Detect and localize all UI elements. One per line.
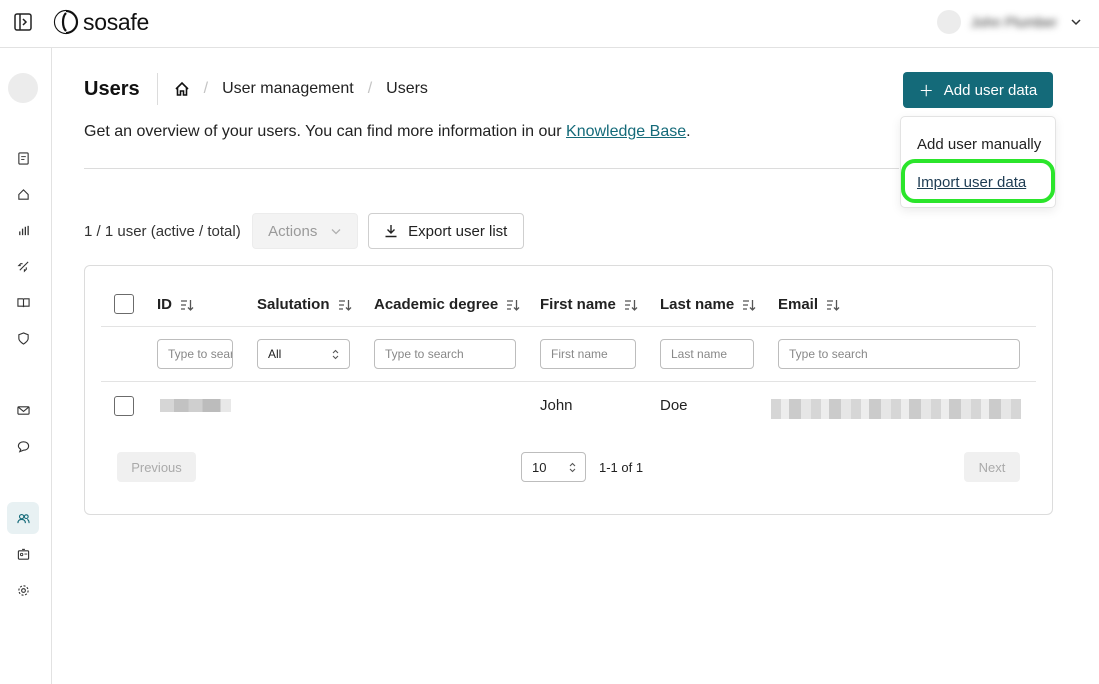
sidebar-item-mail[interactable] <box>7 394 39 426</box>
sort-icon <box>624 299 638 311</box>
page-title: Users <box>84 77 140 100</box>
export-user-list-button[interactable]: Export user list <box>367 213 524 249</box>
chevron-down-icon <box>1071 19 1081 26</box>
academic-degree-filter-input[interactable]: Type to search <box>374 339 516 369</box>
sidebar-item-learning[interactable] <box>7 286 39 318</box>
clipboard-icon <box>17 151 29 165</box>
sidebar-item-security[interactable] <box>7 322 39 354</box>
id-card-icon <box>17 548 29 560</box>
first-name-filter-input[interactable]: First name <box>540 339 636 369</box>
sidebar-item-launch[interactable] <box>7 250 39 282</box>
email-filter-input[interactable]: Type to search <box>778 339 1020 369</box>
chat-icon <box>17 440 29 453</box>
breadcrumb-user-management[interactable]: User management <box>222 80 354 98</box>
sidebar-toggle-icon[interactable] <box>13 12 33 32</box>
sort-icon <box>743 299 756 311</box>
shield-icon <box>17 331 29 345</box>
top-bar: sosafe John Plumber <box>0 0 1099 48</box>
sidebar-item-home[interactable] <box>7 178 39 210</box>
sort-icon <box>507 299 520 311</box>
first-name-cell: John <box>540 397 573 414</box>
plus-icon: ＋ <box>918 82 934 100</box>
logo-text: sosafe <box>83 8 149 35</box>
import-user-data-item[interactable]: Import user data <box>917 174 1026 191</box>
home-icon[interactable] <box>174 81 190 97</box>
next-button[interactable]: Next <box>964 452 1020 482</box>
download-icon <box>385 225 397 238</box>
logo-mark-icon <box>53 9 79 35</box>
users-table: ID Salutation Academic degree First name… <box>84 265 1053 515</box>
org-avatar[interactable] <box>8 73 38 103</box>
sidebar-item-chat[interactable] <box>7 430 39 462</box>
avatar <box>936 10 961 34</box>
home-icon <box>17 188 29 200</box>
breadcrumb: / User management / Users <box>174 80 428 98</box>
sidebar-item-tasks[interactable] <box>7 142 39 174</box>
last-name-cell: Doe <box>660 397 688 414</box>
previous-button[interactable]: Previous <box>117 452 196 482</box>
sidebar-item-id-card[interactable] <box>7 538 39 570</box>
page-size-select[interactable]: 10 <box>521 452 586 482</box>
users-icon <box>16 513 30 523</box>
select-arrows-icon <box>332 349 339 359</box>
select-all-checkbox[interactable] <box>114 294 134 314</box>
divider <box>101 326 1036 327</box>
sidebar <box>0 48 52 684</box>
column-header-academic-degree[interactable]: Academic degree <box>374 296 520 313</box>
user-menu[interactable]: John Plumber <box>936 10 1081 34</box>
column-header-id[interactable]: ID <box>157 296 194 313</box>
chevron-down-icon <box>331 228 341 234</box>
table-toolbar: 1 / 1 user (active / total) Actions Expo… <box>84 213 524 249</box>
row-checkbox[interactable] <box>114 396 134 416</box>
knowledge-base-link[interactable]: Knowledge Base <box>566 123 686 140</box>
divider <box>156 73 158 105</box>
gear-icon <box>17 584 29 596</box>
column-header-salutation[interactable]: Salutation <box>257 296 352 313</box>
user-count: 1 / 1 user (active / total) <box>84 222 241 240</box>
select-arrows-icon <box>569 462 576 472</box>
breadcrumb-users: Users <box>386 80 428 97</box>
sort-icon <box>181 299 194 311</box>
intro-text: Get an overview of your users. You can f… <box>84 123 691 140</box>
id-filter-input[interactable]: Type to search <box>157 339 233 369</box>
sort-icon <box>338 299 351 311</box>
add-user-data-button[interactable]: ＋ Add user data <box>903 72 1053 108</box>
pagination-range: 1-1 of 1 <box>599 460 644 475</box>
salutation-filter-select[interactable]: All <box>257 339 350 369</box>
bar-chart-icon <box>18 225 29 235</box>
sidebar-item-analytics[interactable] <box>7 214 39 246</box>
book-icon <box>16 297 30 307</box>
divider <box>84 168 899 169</box>
mail-icon <box>16 405 30 415</box>
add-user-data-label: Add user data <box>943 81 1038 99</box>
sidebar-item-settings[interactable] <box>7 574 39 606</box>
user-name: John Plumber <box>970 14 1057 30</box>
add-user-dropdown: Add user manually Import user data <box>900 116 1056 208</box>
add-user-manually-item[interactable]: Add user manually <box>917 136 1041 153</box>
rocket-icon <box>17 260 29 272</box>
column-header-first-name[interactable]: First name <box>540 296 638 313</box>
page-header: Users / User management / Users <box>84 72 428 106</box>
column-header-email[interactable]: Email <box>778 296 840 313</box>
last-name-filter-input[interactable]: Last name <box>660 339 754 369</box>
sort-icon <box>827 299 840 311</box>
column-header-last-name[interactable]: Last name <box>660 296 756 313</box>
redacted-email <box>771 399 1021 419</box>
redacted-id <box>160 399 231 412</box>
sosafe-logo[interactable]: sosafe <box>53 8 149 36</box>
sidebar-item-users[interactable] <box>7 502 39 534</box>
divider <box>101 381 1036 382</box>
actions-button[interactable]: Actions <box>251 213 358 249</box>
